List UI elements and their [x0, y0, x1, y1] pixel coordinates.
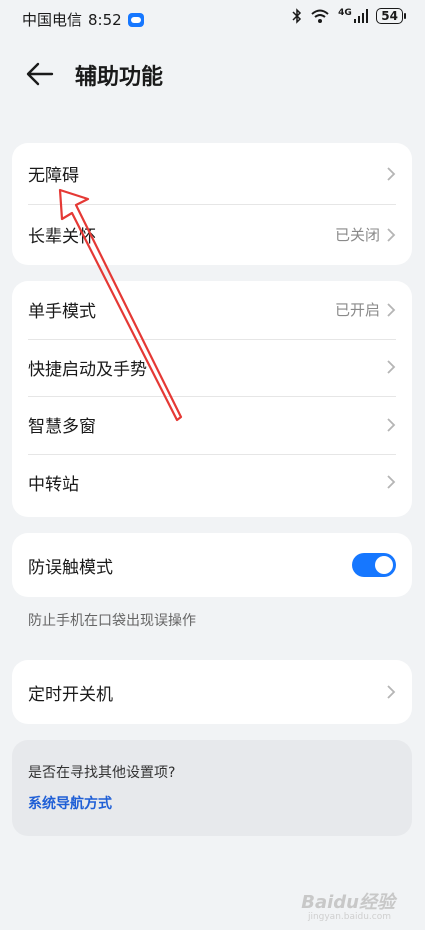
settings-card-2: 单手模式 已开启 快捷启动及手势 智慧多窗 中转站 — [12, 281, 412, 517]
row-pocket-mode: 防误触模式 — [12, 533, 412, 597]
chevron-right-icon — [387, 166, 396, 181]
status-left: 中国电信 8:52 — [22, 9, 144, 30]
suggestion-card: 是否在寻找其他设置项? 系统导航方式 — [12, 740, 412, 836]
settings-card-3: 防误触模式 — [12, 533, 412, 597]
row-accessibility[interactable]: 无障碍 — [12, 143, 412, 204]
row-label: 长辈关怀 — [28, 227, 96, 247]
watermark-logo: Baidu经验 — [301, 892, 395, 913]
header: 辅助功能 — [0, 52, 425, 96]
row-label: 中转站 — [28, 474, 79, 495]
status-time: 8:52 — [88, 10, 122, 29]
cloud-icon — [127, 12, 144, 27]
settings-card-1: 无障碍 长辈关怀 已关闭 — [12, 143, 412, 265]
row-value: 已开启 — [334, 301, 380, 320]
pocket-mode-toggle[interactable] — [352, 553, 396, 577]
signal-icon — [353, 9, 369, 23]
row-multi-window[interactable]: 智慧多窗 — [12, 396, 412, 454]
row-transfer-station[interactable]: 中转站 — [12, 453, 412, 512]
row-label: 定时开关机 — [28, 684, 113, 705]
row-label: 无障碍 — [28, 166, 79, 186]
chevron-right-icon — [387, 685, 396, 699]
pocket-mode-hint: 防止手机在口袋出现误操作 — [28, 613, 196, 629]
network-type: 4G — [338, 8, 352, 18]
chevron-right-icon — [387, 418, 396, 432]
row-label: 快捷启动及手势 — [28, 359, 147, 380]
suggestion-question: 是否在寻找其他设置项? — [28, 765, 176, 781]
chevron-right-icon — [387, 303, 396, 317]
settings-card-4: 定时开关机 — [12, 660, 412, 724]
watermark-url: jingyan.baidu.com — [307, 912, 391, 922]
status-right: 4G 54 — [292, 8, 406, 24]
page-title: 辅助功能 — [75, 65, 164, 90]
battery-level: 54 — [381, 9, 398, 23]
row-shortcuts-gestures[interactable]: 快捷启动及手势 — [12, 338, 412, 397]
row-label: 智慧多窗 — [28, 417, 96, 438]
chevron-right-icon — [387, 360, 396, 374]
wifi-icon — [311, 9, 329, 23]
row-elder-care[interactable]: 长辈关怀 已关闭 — [12, 204, 412, 265]
row-label: 防误触模式 — [28, 557, 113, 578]
row-one-hand-mode[interactable]: 单手模式 已开启 — [12, 281, 412, 339]
status-bar: 中国电信 8:52 4G 54 — [0, 0, 425, 36]
row-scheduled-power[interactable]: 定时开关机 — [12, 660, 412, 724]
row-value: 已关闭 — [334, 226, 380, 244]
back-arrow-icon[interactable] — [24, 60, 56, 88]
chevron-right-icon — [387, 227, 396, 242]
bluetooth-icon — [292, 8, 302, 24]
carrier-label: 中国电信 — [22, 11, 83, 29]
suggestion-link[interactable]: 系统导航方式 — [28, 793, 112, 813]
battery-icon: 54 — [376, 8, 406, 24]
row-label: 单手模式 — [28, 302, 96, 323]
chevron-right-icon — [387, 475, 396, 489]
